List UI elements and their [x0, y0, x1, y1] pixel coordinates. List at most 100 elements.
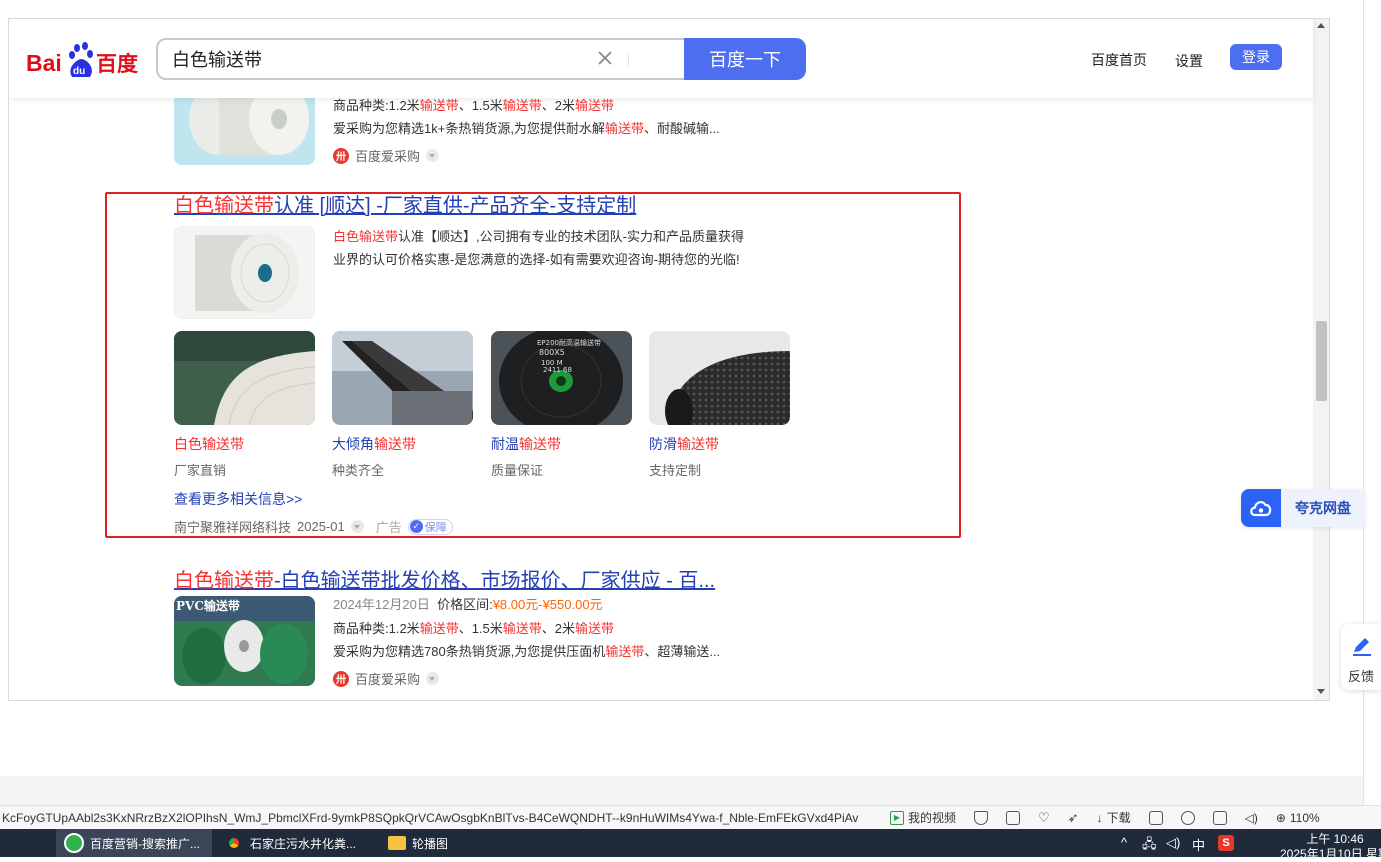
- result-bottom-image[interactable]: PVC输送带: [174, 596, 315, 686]
- volume-icon[interactable]: ◁): [1166, 835, 1180, 851]
- status-url: KcFoyGTUpAAbl2s3KxNRrzBzX2lOPIhsN_WmJ_Pb…: [2, 810, 859, 825]
- product-sub-heat-belt: 质量保证: [491, 463, 544, 478]
- ad-result-title[interactable]: 白色输送带认准 [顺达] -厂家直供-产品齐全-支持定制: [174, 189, 636, 218]
- ad-label: 广告: [375, 520, 402, 535]
- taskbar-clock[interactable]: 上午 10:46 2025年1月10日 星期: [1280, 832, 1381, 862]
- ad-source-line: 南宁聚雅祥网络科技 2025-01 广告 ✓ 保障: [174, 517, 453, 536]
- product-title-antislip-belt[interactable]: 防滑输送带: [649, 434, 719, 454]
- window-icon[interactable]: [1212, 810, 1227, 825]
- windows-taskbar: 百度营销-搜索推广... 石家庄污水井化粪... 轮播图 ^ 🖧 ◁) 中 S …: [0, 829, 1381, 861]
- baidu-logo-mark: Bai du 百度: [26, 42, 138, 77]
- svg-text:du: du: [73, 66, 85, 77]
- browser-360-icon: [64, 833, 84, 853]
- ad-result-desc-line1: 白色输送带认准【顺达】,公司拥有专业的技术团队-实力和产品质量获得: [333, 229, 744, 244]
- feedback-button[interactable]: 反馈: [1341, 624, 1381, 690]
- search-button[interactable]: 百度一下: [684, 38, 806, 80]
- result-top-snippet-line2: 爱采购为您精选1k+条热销货源,为您提供耐水解输送带、耐酸碱输...: [333, 121, 720, 136]
- white-belt-roll-image: [175, 227, 314, 318]
- results-list: 商品种类:1.2米输送带、1.5米输送带、2米输送带 爱采购为您精选1k+条热销…: [9, 19, 1313, 700]
- advertiser-name: 南宁聚雅祥网络科技: [174, 520, 292, 535]
- scroll-up-icon[interactable]: [1317, 23, 1325, 28]
- product-title-white-belt[interactable]: 白色输送带: [174, 434, 244, 454]
- clock-time: 上午 10:46: [1306, 832, 1364, 846]
- rocket-icon[interactable]: ➶: [1068, 810, 1079, 826]
- speaker-icon[interactable]: ◁): [1245, 811, 1258, 825]
- belt-label-1: EP200耐高温输送带: [537, 338, 601, 347]
- zoom-control[interactable]: ⊕ 110%: [1276, 811, 1320, 825]
- close-icon[interactable]: [596, 49, 614, 67]
- result-top-source-label: 百度爱采购: [355, 149, 421, 164]
- product-title-steep-belt[interactable]: 大倾角输送带: [332, 434, 416, 454]
- shield-icon[interactable]: [974, 810, 989, 825]
- ime-indicator[interactable]: 中: [1192, 835, 1205, 854]
- ad-result-desc-line2: 业界的认可价格实惠-是您满意的选择-如有需要欢迎咨询-期待您的光临!: [333, 252, 740, 267]
- play-icon: ▶: [890, 810, 904, 825]
- search-input[interactable]: [172, 40, 572, 78]
- quark-cloud-button[interactable]: 夸克网盘: [1241, 489, 1365, 527]
- product-image-heat-resistant-belt[interactable]: EP200耐高温输送带 800X5 100 M 2411 68: [491, 331, 632, 425]
- search-divider: [628, 53, 629, 67]
- chevron-down-icon[interactable]: [426, 672, 440, 685]
- home-link[interactable]: 百度首页: [1091, 50, 1147, 70]
- anti-slip-belt-image: [649, 331, 790, 425]
- heat-resistant-belt-image: EP200耐高温输送带 800X5 100 M 2411 68: [491, 331, 632, 425]
- taskbar-item-folder[interactable]: 轮播图: [380, 829, 500, 857]
- folder-icon: [388, 836, 406, 850]
- guarantee-badge[interactable]: ✓ 保障: [407, 518, 453, 535]
- download-button[interactable]: ↓ 下载: [1097, 809, 1131, 826]
- svg-text:Bai: Bai: [26, 50, 62, 76]
- result-bottom-source[interactable]: 卅 百度爱采购: [333, 669, 440, 688]
- frame-scrollbar[interactable]: [1313, 19, 1329, 700]
- taskbar-item-baidu[interactable]: 百度营销-搜索推广...: [56, 829, 212, 857]
- result-bottom-source-label: 百度爱采购: [355, 672, 421, 687]
- my-video-button[interactable]: ▶ 我的视频: [890, 809, 956, 826]
- white-belt-image: [174, 331, 315, 425]
- more-info-link[interactable]: 查看更多相关信息>>: [174, 489, 302, 509]
- printer-icon[interactable]: [1148, 810, 1163, 825]
- baidu-logo[interactable]: Bai du 百度: [26, 41, 141, 79]
- belt-label-2: 800X5: [539, 348, 565, 357]
- aicaigou-icon: 卅: [333, 147, 349, 164]
- search-box: [156, 38, 684, 80]
- ad-result-main-image[interactable]: [174, 226, 315, 319]
- product-sub-steep-belt: 种类齐全: [332, 463, 385, 478]
- clock-date: 2025年1月10日 星期: [1280, 847, 1381, 861]
- product-image-white-belt[interactable]: [174, 331, 315, 425]
- product-sub-antislip-belt: 支持定制: [649, 463, 702, 478]
- feedback-label: 反馈: [1347, 669, 1374, 684]
- scroll-down-icon[interactable]: [1317, 689, 1325, 694]
- edge-icon[interactable]: [1180, 810, 1195, 825]
- browser-status-bar: KcFoyGTUpAAbl2s3KxNRrzBzX2lOPIhsN_WmJ_Pb…: [0, 805, 1381, 829]
- sogou-ime-icon[interactable]: S: [1218, 835, 1234, 851]
- search-header: Bai du 百度 白色输送带 百度一下 百度首页 设置 登录: [9, 19, 1313, 98]
- aicaigou-icon: 卅: [333, 670, 349, 687]
- ad-date: 2025-01: [297, 519, 345, 534]
- edit-pen-icon: [1353, 638, 1371, 656]
- steep-angle-belt-image: [332, 331, 473, 425]
- page-viewport: 商品种类:1.2米输送带、1.5米输送带、2米输送带 爱采购为您精选1k+条热销…: [0, 0, 1363, 776]
- result-top-source[interactable]: 卅 百度爱采购: [333, 146, 440, 165]
- product-image-antislip-belt[interactable]: [649, 331, 790, 425]
- chevron-down-icon[interactable]: [426, 149, 440, 162]
- result-bottom-snippet-line2: 爱采购为您精选780条热销货源,为您提供压面机输送带、超薄输送...: [333, 644, 721, 659]
- heart-icon[interactable]: ♡: [1038, 810, 1050, 826]
- scrollbar-thumb[interactable]: [1316, 321, 1327, 401]
- result-bottom-title[interactable]: 白色输送带-白色输送带批发价格、市场报价、厂家供应 - 百...: [174, 564, 715, 593]
- tray-chevron-up-icon[interactable]: ^: [1121, 835, 1127, 850]
- image-icon[interactable]: [1006, 810, 1021, 825]
- download-icon: ↓: [1096, 810, 1103, 825]
- pvc-image-tag: PVC输送带: [176, 599, 240, 613]
- result-bottom-meta: 2024年12月20日 价格区间:¥8.00元-¥550.00元: [333, 597, 603, 612]
- product-title-heat-belt[interactable]: 耐温输送带: [491, 434, 561, 454]
- product-image-steep-belt[interactable]: [332, 331, 473, 425]
- login-button[interactable]: 登录: [1230, 44, 1282, 70]
- network-icon[interactable]: 🖧: [1142, 835, 1157, 857]
- cloud-icon: [1241, 489, 1281, 527]
- svg-text:百度: 百度: [96, 52, 138, 76]
- embedded-search-frame: 商品种类:1.2米输送带、1.5米输送带、2米输送带 爱采购为您精选1k+条热销…: [8, 18, 1330, 701]
- settings-link[interactable]: 设置: [1175, 51, 1203, 71]
- belt-label-4: 2411 68: [543, 366, 572, 374]
- taskbar-item-chrome[interactable]: 石家庄污水井化粪...: [216, 829, 372, 857]
- chevron-down-icon[interactable]: [350, 520, 364, 533]
- product-sub-white-belt: 厂家直销: [174, 463, 227, 478]
